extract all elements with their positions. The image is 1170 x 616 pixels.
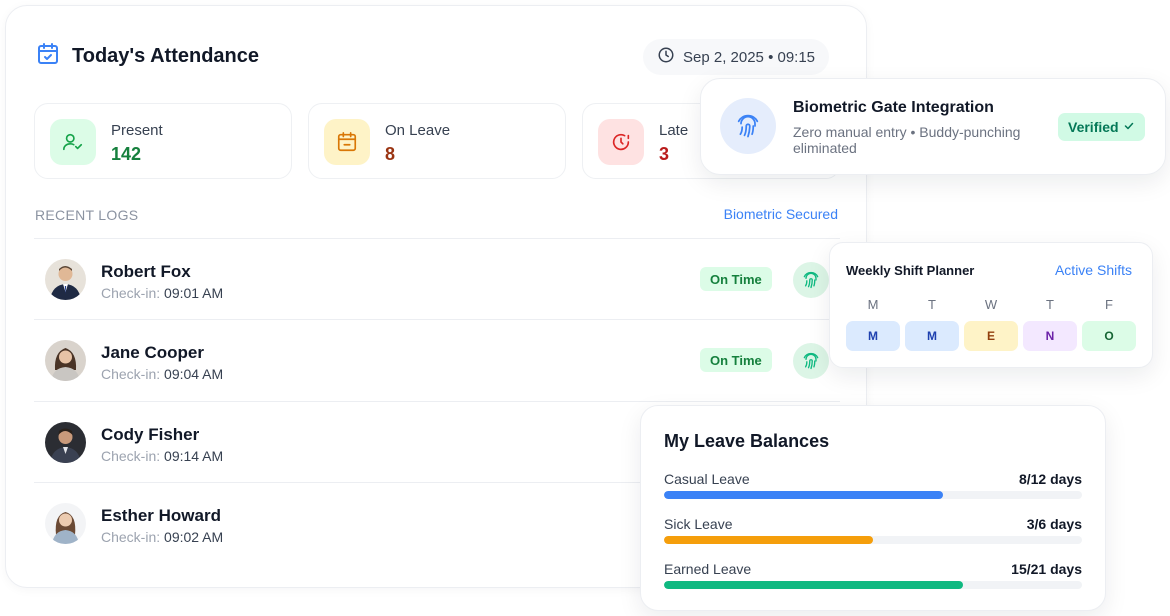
status-badge: On Time (700, 348, 772, 372)
verified-label: Verified (1068, 119, 1119, 135)
shift-cell[interactable]: O (1082, 321, 1136, 351)
recent-logs-heading: RECENT LOGS (35, 207, 139, 223)
leave-row: Casual Leave 8/12 days (664, 471, 1082, 511)
check-in-text: Check-in: 09:04 AM (101, 366, 223, 382)
table-row[interactable]: Robert Fox Check-in: 09:01 AM On Time (34, 238, 840, 319)
stat-label: Late (659, 122, 689, 139)
calendar-check-icon (36, 42, 60, 71)
page-title: Today's Attendance (72, 45, 260, 67)
avatar (45, 503, 86, 544)
leave-progress-track (664, 581, 1082, 589)
check-in-time: 09:01 AM (164, 285, 224, 301)
check-in-text: Check-in: 09:14 AM (101, 448, 223, 464)
leave-progress-fill (664, 581, 963, 589)
check-in-label: Check-in: (101, 366, 161, 382)
employee-name: Jane Cooper (101, 343, 204, 362)
leave-progress-track (664, 536, 1082, 544)
leave-days: 3/6 days (1026, 516, 1082, 532)
shift-cell[interactable]: N (1023, 321, 1077, 351)
day-label: F (1105, 297, 1113, 312)
stat-on-leave[interactable]: On Leave 8 (308, 103, 566, 179)
leave-name: Casual Leave (664, 471, 750, 487)
stat-label: Present (111, 122, 163, 139)
checkmark-icon (1123, 119, 1135, 135)
leave-progress-track (664, 491, 1082, 499)
leave-balances-card: My Leave Balances Casual Leave 8/12 days… (640, 405, 1106, 611)
weekly-shift-planner: Weekly Shift Planner Active Shifts M T W… (829, 242, 1153, 368)
day-label: W (984, 297, 998, 312)
leave-row: Earned Leave 15/21 days (664, 561, 1082, 601)
active-shifts-link[interactable]: Active Shifts (1055, 262, 1132, 278)
day-label: T (928, 297, 936, 312)
shift-cell[interactable]: M (846, 321, 900, 351)
avatar (45, 340, 86, 381)
leave-name: Earned Leave (664, 561, 752, 577)
biometric-description: Zero manual entry • Buddy-punching elimi… (793, 124, 1021, 156)
date-time-pill: Sep 2, 2025 • 09:15 (643, 39, 830, 75)
shift-cell[interactable]: M (905, 321, 959, 351)
stat-label: On Leave (385, 122, 451, 139)
day-label: T (1046, 297, 1054, 312)
leave-name: Sick Leave (664, 516, 733, 532)
leave-row: Sick Leave 3/6 days (664, 516, 1082, 556)
biometric-gate-card: Biometric Gate Integration Zero manual e… (700, 78, 1166, 175)
fingerprint-icon (720, 98, 776, 154)
check-in-label: Check-in: (101, 529, 161, 545)
check-in-time: 09:14 AM (164, 448, 224, 464)
avatar (45, 422, 86, 463)
check-in-label: Check-in: (101, 285, 161, 301)
clock-icon (657, 46, 675, 68)
calendar-minus-icon (324, 119, 370, 165)
stat-present[interactable]: Present 142 (34, 103, 292, 179)
stat-value: 8 (385, 144, 396, 164)
table-row[interactable]: Jane Cooper Check-in: 09:04 AM On Time (34, 319, 840, 400)
fingerprint-icon[interactable] (793, 262, 829, 298)
employee-name: Esther Howard (101, 506, 221, 525)
avatar (45, 259, 86, 300)
check-in-time: 09:02 AM (164, 529, 224, 545)
employee-name: Cody Fisher (101, 425, 200, 444)
fingerprint-icon[interactable] (793, 343, 829, 379)
check-in-text: Check-in: 09:01 AM (101, 285, 223, 301)
leave-progress-fill (664, 536, 873, 544)
user-check-icon (50, 119, 96, 165)
status-badge: On Time (700, 267, 772, 291)
check-in-label: Check-in: (101, 448, 161, 464)
leave-days: 8/12 days (1018, 471, 1082, 487)
attendance-header: Today's Attendance (36, 42, 259, 71)
leave-balances-title: My Leave Balances (664, 431, 830, 451)
stat-value: 3 (659, 144, 670, 164)
shift-planner-title: Weekly Shift Planner (846, 263, 975, 278)
shift-cell[interactable]: E (964, 321, 1018, 351)
day-label: M (867, 297, 879, 312)
biometric-title: Biometric Gate Integration (793, 99, 994, 116)
clock-alert-icon (598, 119, 644, 165)
leave-days: 15/21 days (1011, 561, 1082, 577)
check-in-time: 09:04 AM (164, 366, 224, 382)
check-in-text: Check-in: 09:02 AM (101, 529, 223, 545)
employee-name: Robert Fox (101, 262, 191, 281)
date-time-text: Sep 2, 2025 • 09:15 (683, 48, 816, 66)
verified-badge: Verified (1058, 113, 1145, 141)
biometric-secured-link[interactable]: Biometric Secured (724, 206, 838, 222)
leave-progress-fill (664, 491, 943, 499)
stat-value: 142 (111, 144, 142, 164)
